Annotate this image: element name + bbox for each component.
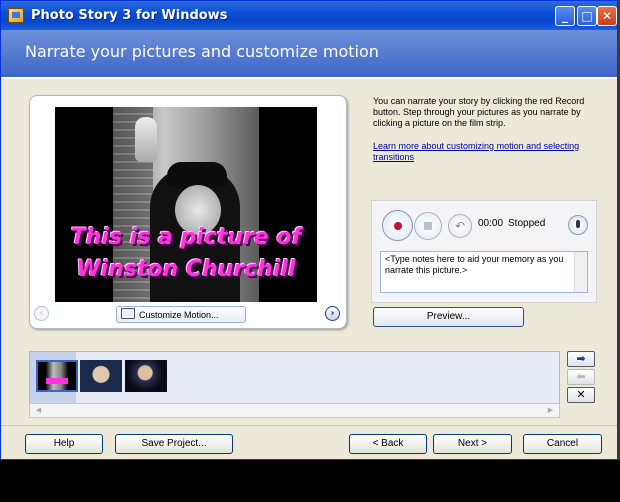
notes-scrollbar[interactable] bbox=[574, 252, 587, 292]
app-window: Photo Story 3 for Windows _ □ ✕ Narrate … bbox=[0, 0, 618, 460]
film-strip-thumbnail[interactable] bbox=[125, 360, 167, 392]
film-strip-thumbnail[interactable] bbox=[80, 360, 122, 392]
next-picture-button[interactable]: › bbox=[325, 306, 340, 321]
photo-preview-panel: This is a picture of Winston Churchill ‹… bbox=[29, 95, 347, 329]
customize-motion-icon bbox=[121, 308, 135, 319]
picture-caption-line2: Winston Churchill bbox=[76, 257, 296, 282]
photo-hat bbox=[167, 162, 227, 187]
previous-picture-button[interactable]: ‹ bbox=[34, 306, 49, 321]
page-header: Narrate your pictures and customize moti… bbox=[1, 30, 617, 79]
preview-button[interactable]: Preview... bbox=[373, 307, 524, 327]
back-button[interactable]: < Back bbox=[349, 434, 427, 454]
app-icon bbox=[8, 8, 24, 23]
main-content: This is a picture of Winston Churchill ‹… bbox=[1, 79, 617, 425]
instructions-text: You can narrate your story by clicking t… bbox=[373, 96, 585, 128]
microphone-icon[interactable] bbox=[568, 215, 588, 235]
narration-panel: ↶ 00:00 Stopped <Type notes here to aid … bbox=[371, 200, 597, 303]
cancel-button[interactable]: Cancel bbox=[523, 434, 602, 454]
learn-more-link[interactable]: Learn more about customizing motion and … bbox=[373, 141, 593, 163]
current-picture[interactable]: This is a picture of Winston Churchill bbox=[55, 107, 317, 302]
remove-picture-button[interactable]: ✕ bbox=[567, 387, 595, 403]
maximize-button[interactable]: □ bbox=[577, 6, 597, 26]
close-button[interactable]: ✕ bbox=[597, 6, 617, 26]
title-bar[interactable]: Photo Story 3 for Windows _ □ ✕ bbox=[1, 1, 617, 30]
next-button[interactable]: Next > bbox=[433, 434, 512, 454]
record-button[interactable] bbox=[382, 210, 413, 241]
move-picture-right-button[interactable]: ➡ bbox=[567, 351, 595, 367]
customize-motion-label: Customize Motion... bbox=[139, 310, 219, 320]
picture-caption-line1: This is a picture of bbox=[70, 225, 302, 250]
notes-textarea[interactable]: <Type notes here to aid your memory as y… bbox=[380, 251, 588, 293]
minimize-button[interactable]: _ bbox=[555, 6, 575, 26]
help-button[interactable]: Help bbox=[25, 434, 103, 454]
undo-button[interactable]: ↶ bbox=[448, 214, 472, 238]
scroll-right-icon[interactable]: ▶ bbox=[545, 405, 556, 416]
page-title: Narrate your pictures and customize moti… bbox=[25, 42, 379, 61]
recording-status: Stopped bbox=[508, 218, 546, 229]
window-title: Photo Story 3 for Windows bbox=[31, 8, 228, 23]
wizard-footer: Help Save Project... < Back Next > Cance… bbox=[1, 425, 617, 459]
photo-hand bbox=[135, 117, 157, 162]
notes-text: <Type notes here to aid your memory as y… bbox=[385, 254, 564, 275]
scroll-left-icon[interactable]: ◀ bbox=[33, 405, 44, 416]
film-strip-thumbnail[interactable] bbox=[36, 360, 78, 392]
customize-motion-button[interactable]: Customize Motion... bbox=[116, 306, 246, 323]
stop-button[interactable] bbox=[414, 212, 442, 240]
save-project-button[interactable]: Save Project... bbox=[115, 434, 233, 454]
film-strip-scrollbar[interactable]: ◀ ▶ bbox=[29, 403, 560, 418]
recording-time: 00:00 bbox=[478, 218, 504, 229]
move-picture-left-button[interactable]: ⬅ bbox=[567, 369, 595, 385]
film-strip bbox=[29, 351, 560, 405]
